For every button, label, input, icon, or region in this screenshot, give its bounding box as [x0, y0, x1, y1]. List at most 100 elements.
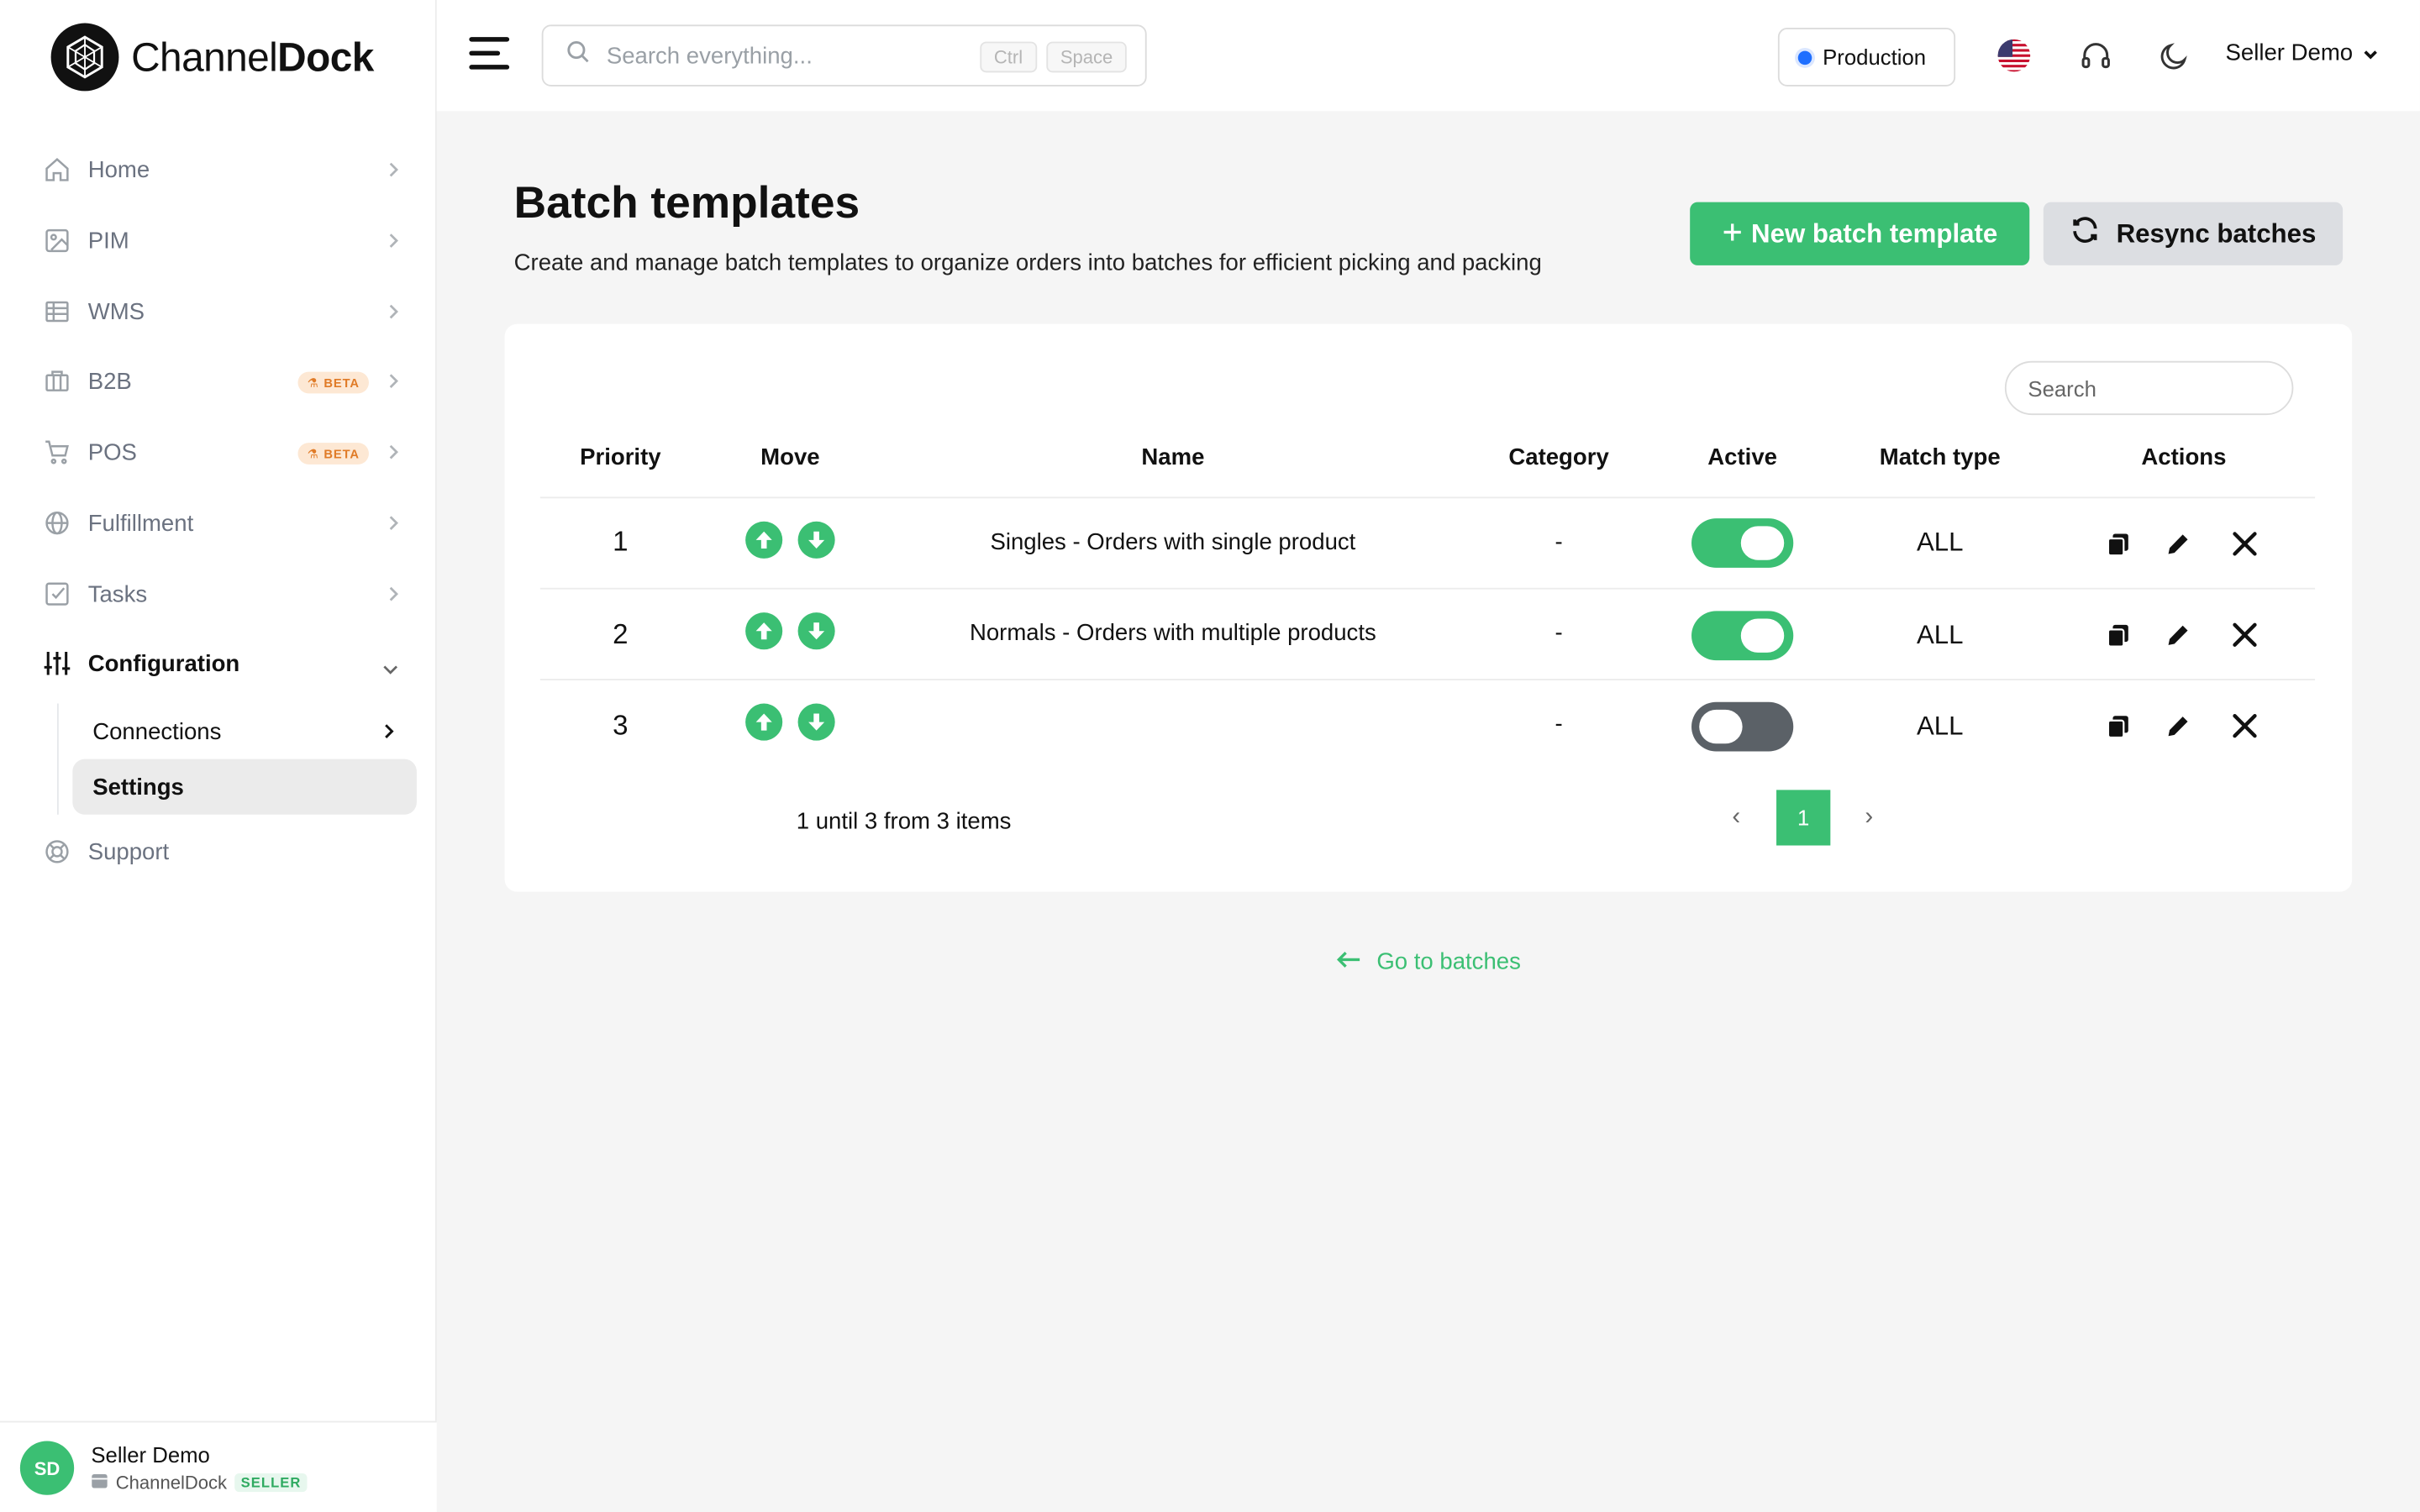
column-header-actions: Actions — [2141, 444, 2227, 471]
chevron-right-icon — [383, 721, 396, 747]
sidebar-subitem-connections[interactable]: Connections — [72, 704, 417, 759]
delete-x-icon[interactable] — [2228, 528, 2260, 559]
sidebar-item-configuration[interactable]: Configuration — [42, 636, 406, 691]
environment-label: Production — [1823, 45, 1927, 70]
batch-templates-card: Priority Move Name Category Active Match… — [504, 323, 2353, 892]
copy-icon[interactable] — [2102, 529, 2133, 560]
pagination-info: 1 until 3 from 3 items — [796, 808, 1012, 835]
sidebar-item-label: WMS — [87, 298, 145, 325]
chevron-right-icon — [387, 583, 400, 609]
column-header-active: Active — [1707, 444, 1777, 471]
chevron-right-icon — [387, 159, 400, 185]
plus-icon — [1722, 218, 1742, 249]
globe-icon — [42, 507, 73, 538]
sidebar-item-home[interactable]: Home — [42, 142, 406, 197]
sidebar-item-label: Fulfillment — [87, 510, 194, 537]
active-toggle[interactable] — [1691, 701, 1794, 752]
edit-pencil-icon[interactable] — [2162, 620, 2193, 651]
sidebar: ChannelDock Home PIM WMS B2B ⚗ BETA POS ⚗… — [0, 0, 437, 1512]
active-toggle[interactable] — [1691, 518, 1794, 568]
row-match-type: ALL — [1916, 528, 1964, 558]
resync-batches-label: Resync batches — [2116, 218, 2317, 248]
row-name: Normals - Orders with multiple products — [969, 620, 1376, 647]
sidebar-item-support[interactable]: Support — [42, 824, 406, 879]
column-header-match-type: Match type — [1879, 444, 2001, 471]
flask-icon: ⚗ — [307, 375, 319, 390]
global-search-input[interactable] — [606, 42, 946, 69]
toggle-knob — [1699, 709, 1743, 744]
arrow-left-icon — [1336, 949, 1361, 975]
headset-icon[interactable] — [2077, 37, 2114, 74]
row-name: Singles - Orders with single product — [990, 528, 1356, 556]
pagination-next[interactable]: › — [1854, 802, 1885, 833]
brand-logo[interactable]: ChannelDock — [50, 23, 374, 92]
sidebar-item-wms[interactable]: WMS — [42, 284, 406, 339]
sidebar-item-b2b[interactable]: B2B ⚗ BETA — [42, 354, 406, 409]
move-up-icon[interactable] — [745, 612, 783, 650]
sidebar-item-fulfillment[interactable]: Fulfillment — [42, 496, 406, 551]
row-match-type: ALL — [1916, 620, 1964, 650]
copy-icon[interactable] — [2102, 620, 2133, 651]
column-header-move: Move — [760, 444, 820, 471]
new-batch-template-button[interactable]: New batch template — [1690, 202, 2030, 265]
go-to-batches-link[interactable]: Go to batches — [1336, 948, 1521, 975]
row-divider — [539, 587, 2316, 590]
global-search[interactable]: Ctrl Space — [541, 24, 1147, 87]
toggle-knob — [1740, 526, 1785, 560]
sidebar-item-pos[interactable]: POS ⚗ BETA — [42, 424, 406, 480]
chevron-right-icon — [387, 301, 400, 327]
row-priority: 2 — [613, 618, 629, 650]
column-header-priority: Priority — [580, 444, 661, 471]
page-title: Batch templates — [513, 179, 860, 228]
top-bar: Ctrl Space Production — [436, 0, 2420, 112]
beta-badge: ⚗ BETA — [297, 443, 369, 465]
active-toggle[interactable] — [1691, 611, 1794, 661]
move-down-icon[interactable] — [797, 521, 835, 559]
sidebar-item-tasks[interactable]: Tasks — [42, 566, 406, 622]
row-category: - — [1555, 528, 1563, 556]
beta-badge: ⚗ BETA — [297, 371, 369, 394]
sidebar-item-label: Configuration — [87, 650, 240, 677]
current-user-card[interactable]: SD Seller Demo ChannelDock SELLER — [0, 1420, 437, 1512]
table-search-input[interactable] — [2004, 360, 2294, 416]
sidebar-subitem-settings[interactable]: Settings — [72, 759, 417, 815]
grid-icon — [42, 297, 73, 328]
sidebar-subitem-label: Connections — [92, 717, 222, 745]
row-priority: 3 — [613, 709, 629, 741]
page-subtitle: Create and manage batch templates to org… — [513, 249, 1542, 276]
user-org: ChannelDock SELLER — [91, 1472, 308, 1494]
chevron-down-icon — [2362, 40, 2377, 66]
sidebar-item-pim[interactable]: PIM — [42, 213, 406, 268]
chevron-down-icon — [381, 656, 400, 682]
sidebar-item-label: B2B — [87, 368, 132, 395]
pagination-prev[interactable]: ‹ — [1721, 802, 1752, 833]
logo-mark-icon — [50, 23, 119, 92]
building-icon — [91, 1472, 108, 1494]
pagination-page-1[interactable]: 1 — [1776, 790, 1831, 846]
avatar: SD — [19, 1441, 75, 1495]
move-up-icon[interactable] — [745, 521, 783, 559]
copy-icon[interactable] — [2102, 711, 2133, 743]
moon-icon[interactable] — [2154, 37, 2191, 74]
sidebar-item-label: Support — [87, 838, 170, 865]
row-match-type: ALL — [1916, 711, 1964, 741]
flask-icon: ⚗ — [307, 446, 319, 461]
move-up-icon[interactable] — [745, 703, 783, 741]
edit-pencil-icon[interactable] — [2162, 529, 2193, 560]
checkbox-icon — [42, 579, 73, 610]
row-category: - — [1555, 620, 1563, 647]
resync-batches-button[interactable]: Resync batches — [2043, 202, 2344, 265]
us-flag-icon[interactable] — [1996, 37, 2033, 74]
delete-x-icon[interactable] — [2228, 710, 2260, 741]
go-to-batches-label: Go to batches — [1376, 948, 1521, 975]
move-down-icon[interactable] — [797, 703, 835, 741]
row-divider — [539, 679, 2316, 680]
header-divider — [539, 496, 2316, 499]
environment-button[interactable]: Production — [1777, 28, 1956, 87]
delete-x-icon[interactable] — [2228, 619, 2260, 650]
move-down-icon[interactable] — [797, 612, 835, 650]
sidebar-item-label: PIM — [87, 227, 129, 255]
user-menu[interactable]: Seller Demo — [2226, 40, 2378, 66]
menu-toggle-icon[interactable] — [469, 37, 512, 74]
edit-pencil-icon[interactable] — [2162, 711, 2193, 743]
